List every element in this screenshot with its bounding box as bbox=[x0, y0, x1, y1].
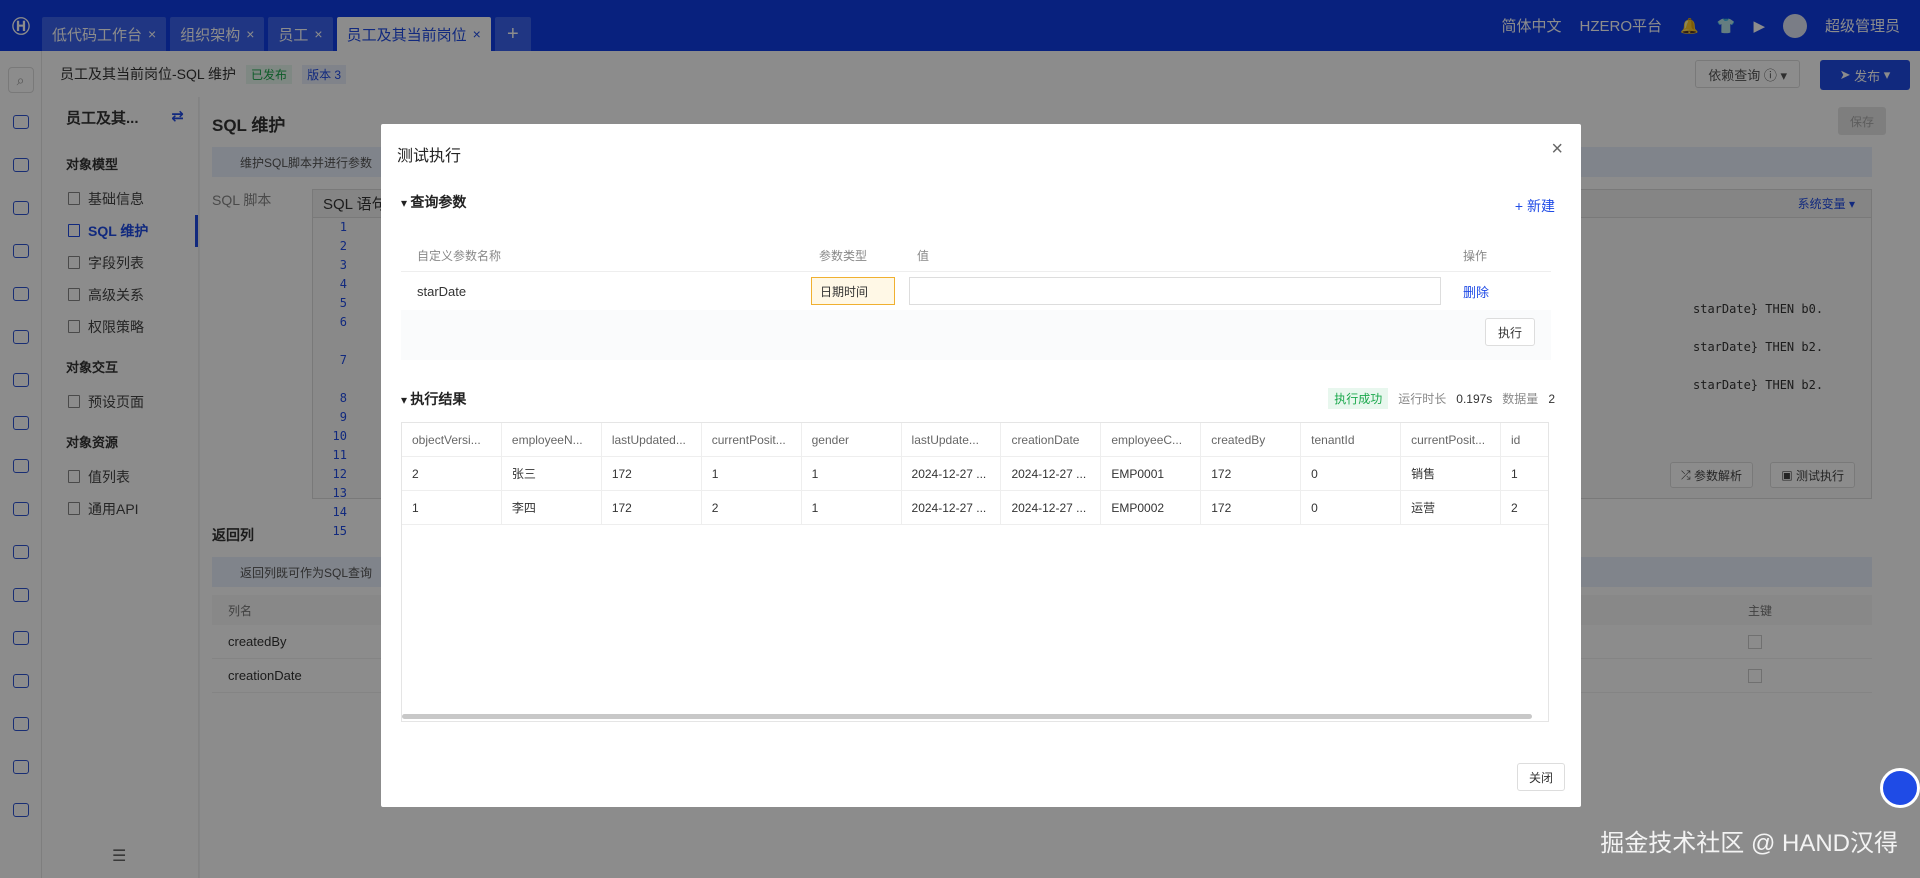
help-icon[interactable] bbox=[1880, 768, 1920, 808]
result-table: objectVersi... employeeN... lastUpdated.… bbox=[401, 422, 1549, 722]
close-icon[interactable]: × bbox=[1551, 138, 1563, 161]
param-name: starDate bbox=[417, 283, 467, 299]
param-value-input[interactable] bbox=[909, 277, 1441, 305]
horizontal-scrollbar[interactable] bbox=[402, 714, 1532, 719]
table-row: 1 李四 172 2 1 2024-12-27 ... 2024-12-27 .… bbox=[402, 491, 1548, 525]
param-table: 自定义参数名称 参数类型 值 操作 starDate 日期时间 删除 执行 bbox=[401, 240, 1551, 360]
test-run-dialog: 测试执行 × 查询参数 + 新建 自定义参数名称 参数类型 值 操作 starD… bbox=[381, 124, 1581, 807]
param-type-select[interactable]: 日期时间 bbox=[811, 277, 895, 305]
execute-button[interactable]: 执行 bbox=[1485, 318, 1535, 346]
watermark: 掘金技术社区 @ HAND汉得 bbox=[1600, 830, 1898, 857]
result-section[interactable]: 执行结果 bbox=[401, 389, 466, 409]
result-status: 执行成功 运行时长 0.197s 数据量 2 bbox=[1328, 388, 1555, 409]
dialog-title: 测试执行 bbox=[397, 148, 462, 165]
query-params-section[interactable]: 查询参数 bbox=[401, 192, 466, 212]
runtime-value: 0.197s bbox=[1456, 391, 1493, 406]
count-value: 2 bbox=[1548, 391, 1555, 406]
param-table-header: 自定义参数名称 参数类型 值 操作 bbox=[401, 240, 1551, 272]
status-badge: 执行成功 bbox=[1328, 388, 1389, 409]
close-button[interactable]: 关闭 bbox=[1517, 763, 1565, 791]
table-row: starDate 日期时间 删除 bbox=[401, 272, 1551, 310]
table-row: 2 张三 172 1 1 2024-12-27 ... 2024-12-27 .… bbox=[402, 457, 1548, 491]
add-param-button[interactable]: + 新建 bbox=[1515, 196, 1555, 216]
delete-param-link[interactable]: 删除 bbox=[1463, 282, 1489, 301]
result-table-header: objectVersi... employeeN... lastUpdated.… bbox=[402, 423, 1548, 457]
